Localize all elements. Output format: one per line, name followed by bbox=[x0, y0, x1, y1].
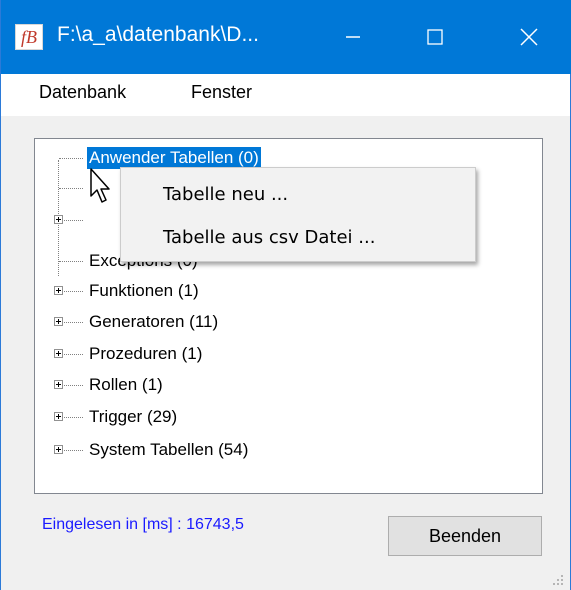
expand-icon[interactable] bbox=[54, 380, 63, 389]
expand-icon[interactable] bbox=[54, 317, 63, 326]
close-button[interactable] bbox=[493, 0, 565, 74]
context-menu-item-table-from-csv[interactable]: Tabelle aus csv Datei ... bbox=[121, 221, 475, 255]
tree-node-label: Generatoren (11) bbox=[89, 312, 219, 331]
expand-icon[interactable] bbox=[54, 349, 63, 358]
expand-icon[interactable] bbox=[54, 215, 63, 224]
tree-node-generatoren[interactable]: Generatoren (11) bbox=[35, 311, 495, 333]
quit-button[interactable]: Beenden bbox=[388, 516, 542, 556]
tree-node-label: Rollen (1) bbox=[89, 375, 163, 394]
tree-node-prozeduren[interactable]: Prozeduren (1) bbox=[35, 343, 495, 365]
menu-bar: Datenbank Fenster bbox=[1, 74, 570, 116]
maximize-icon bbox=[427, 29, 443, 45]
tree-node-label: Prozeduren (1) bbox=[89, 344, 203, 363]
expand-icon[interactable] bbox=[54, 412, 63, 421]
tree-node-label: System Tabellen (54) bbox=[89, 440, 249, 459]
maximize-button[interactable] bbox=[399, 0, 471, 74]
tree-node-label: Trigger (29) bbox=[89, 407, 178, 426]
expand-icon[interactable] bbox=[54, 445, 63, 454]
window-title: F:\a_a\datenbank\D... bbox=[57, 23, 259, 46]
app-icon: fB bbox=[15, 24, 43, 50]
tree-node-trigger[interactable]: Trigger (29) bbox=[35, 406, 495, 428]
tree-node-rollen[interactable]: Rollen (1) bbox=[35, 374, 495, 396]
tree-node-label: Anwender Tabellen (0) bbox=[87, 147, 261, 169]
app-window: fB F:\a_a\datenbank\D... Datenbank Fenst… bbox=[0, 0, 571, 590]
status-text: Eingelesen in [ms] : 16743,5 bbox=[42, 516, 244, 533]
tree-node-system-tabellen[interactable]: System Tabellen (54) bbox=[35, 439, 495, 461]
context-menu: Tabelle neu ... Tabelle aus csv Datei ..… bbox=[120, 167, 476, 262]
menu-fenster[interactable]: Fenster bbox=[187, 80, 256, 105]
minimize-button[interactable] bbox=[317, 0, 389, 74]
mouse-cursor-icon bbox=[90, 168, 110, 203]
context-menu-item-new-table[interactable]: Tabelle neu ... bbox=[121, 178, 475, 212]
tree-node-label: Funktionen (1) bbox=[89, 281, 199, 300]
minimize-icon bbox=[346, 36, 360, 38]
close-icon bbox=[520, 28, 538, 46]
tree-node-funktionen[interactable]: Funktionen (1) bbox=[35, 280, 495, 302]
menu-datenbank[interactable]: Datenbank bbox=[35, 80, 130, 105]
title-bar[interactable]: fB F:\a_a\datenbank\D... bbox=[1, 0, 571, 74]
expand-icon[interactable] bbox=[54, 286, 63, 295]
tree-node-anwender-tabellen[interactable]: Anwender Tabellen (0) bbox=[35, 147, 495, 169]
resize-grip-icon[interactable] bbox=[550, 572, 564, 586]
